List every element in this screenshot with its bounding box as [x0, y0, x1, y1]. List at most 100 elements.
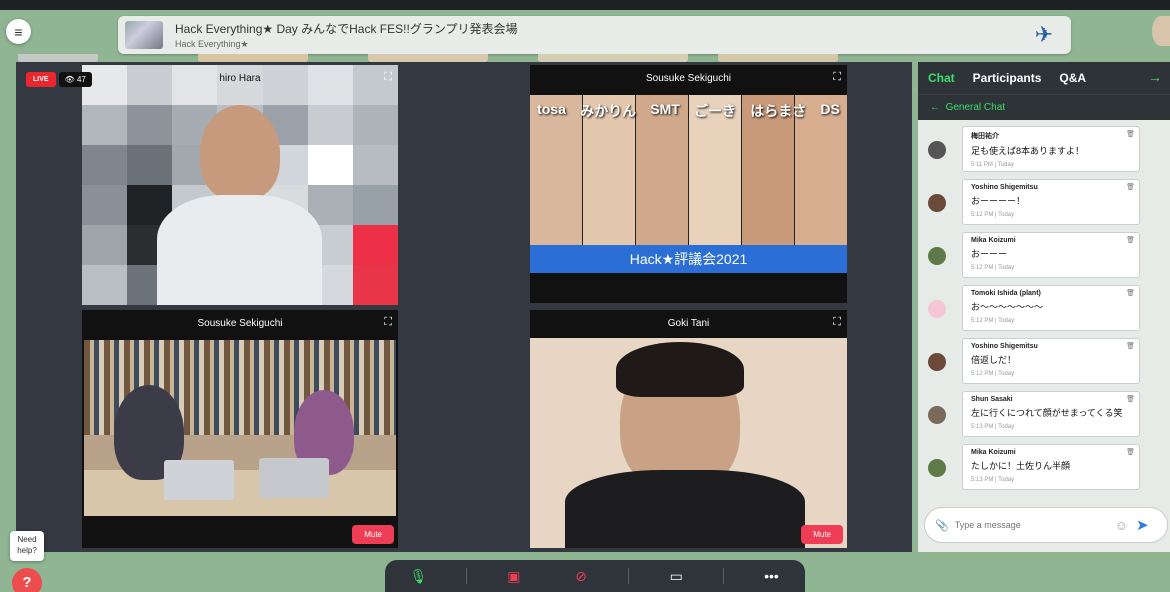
message-input[interactable] [954, 520, 1105, 530]
message-text: おーーー [971, 249, 1008, 259]
event-thumbnail [125, 21, 163, 49]
tile-name-1: hiro Hara [219, 73, 261, 84]
chat-panel: Chat Participants Q&A → ← General Chat 梅… [918, 62, 1170, 552]
video-stage: hiro Hara ⛶ LIVE 👁 47 Sousuke Sekiguchi … [16, 62, 912, 552]
avatar [928, 194, 946, 212]
message-bubble: 梅田祐介 足も使えば8本ありますよ！ 5:11 PM | Today 🗑 [962, 126, 1140, 172]
user-avatar[interactable] [1152, 16, 1170, 46]
message-text: おーーーー！ [971, 196, 1026, 206]
hamburger-icon: ≡ [14, 23, 23, 40]
event-banner[interactable]: Hack Everything★ Day みんなでHack FES!!グランプリ… [118, 16, 1071, 54]
speaker-figure [200, 105, 280, 200]
chat-tabs: Chat Participants Q&A → [918, 62, 1170, 94]
avatar [928, 406, 946, 424]
eye-icon: 👁 [64, 75, 77, 84]
trash-icon[interactable]: 🗑 [1126, 448, 1135, 456]
message-composer: 📎 ☺ ➤ [924, 507, 1168, 543]
airplane-logo-icon: ✈ [1034, 22, 1054, 47]
tab-participants[interactable]: Participants [973, 71, 1042, 85]
trash-icon[interactable]: 🗑 [1126, 342, 1135, 350]
poster-names: tosa みかりん SMT ごーき はらまさ DS [537, 101, 840, 119]
message-bubble: Tomoki Ishida (plant) お〜〜〜〜〜〜〜 5:12 PM |… [962, 285, 1140, 331]
expand-icon[interactable]: ⛶ [833, 71, 841, 84]
call-controls: 🎙 ▣ ⊘ ▭ ••• [385, 560, 805, 592]
help-tooltip: Need help? [10, 531, 44, 561]
more-options-icon[interactable]: ••• [751, 568, 791, 584]
laptop-left [164, 460, 234, 500]
emoji-icon[interactable]: ☺ [1115, 518, 1128, 533]
tab-qa[interactable]: Q&A [1059, 71, 1086, 85]
message-author: Yoshino Shigemitsu [971, 343, 1038, 350]
video-tile-1[interactable]: hiro Hara ⛶ [82, 65, 398, 305]
camera-off-icon[interactable]: ▣ [494, 568, 534, 585]
message-text: 足も使えば8本ありますよ！ [971, 146, 1085, 156]
trash-icon[interactable]: 🗑 [1126, 395, 1135, 403]
expand-icon[interactable]: ⛶ [384, 316, 392, 329]
message-author: Mika Koizumi [971, 449, 1016, 456]
expand-icon[interactable]: ⛶ [833, 316, 841, 329]
live-badge: LIVE [26, 72, 56, 87]
chat-message: Yoshino Shigemitsu おーーーー！ 5:12 PM | Toda… [928, 179, 1140, 225]
message-bubble: Shun Sasaki 左に行くにつれて顔がせまってくる笑 5:13 PM | … [962, 391, 1140, 437]
trash-icon[interactable]: 🗑 [1126, 130, 1135, 138]
tab-strip [18, 54, 898, 62]
message-bubble: Mika Koizumi たしかに！土佐りん半顔 5:13 PM | Today… [962, 444, 1140, 490]
poster-title: Hack★評議会2021 [530, 245, 847, 273]
speaker-shirt [157, 195, 322, 305]
tile-name-4: Goki Tani [530, 310, 847, 338]
help-button[interactable]: ? [12, 568, 42, 592]
trash-icon[interactable]: 🗑 [1126, 289, 1135, 297]
avatar [928, 247, 946, 265]
message-time: 5:12 PM | Today [971, 265, 1015, 271]
message-time: 5:13 PM | Today [971, 477, 1015, 483]
message-bubble: Yoshino Shigemitsu 倍返しだ！ 5:12 PM | Today… [962, 338, 1140, 384]
attach-icon[interactable]: 📎 [935, 519, 949, 532]
chat-message: Mika Koizumi たしかに！土佐りん半顔 5:13 PM | Today… [928, 444, 1140, 490]
video-tile-2[interactable]: Sousuke Sekiguchi ⛶ tosa みかりん SMT ごーき はら… [530, 65, 847, 303]
mic-off-icon[interactable]: ⊘ [561, 568, 601, 585]
video-tile-3[interactable]: Sousuke Sekiguchi ⛶ Mute [82, 310, 398, 548]
mute-button[interactable]: Mute [352, 525, 394, 544]
video-tile-4[interactable]: Goki Tani ⛶ Mute [530, 310, 847, 548]
message-author: Shun Sasaki [971, 396, 1013, 403]
message-author: 梅田祐介 [971, 133, 999, 140]
message-text: 倍返しだ！ [971, 355, 1017, 365]
mute-button[interactable]: Mute [801, 525, 843, 544]
message-author: Mika Koizumi [971, 237, 1016, 244]
back-arrow-icon[interactable]: ← [930, 102, 946, 113]
speaker-request-icon[interactable]: 🎙 [399, 568, 439, 585]
avatar [928, 300, 946, 318]
event-title: Hack Everything★ Day みんなでHack FES!!グランプリ… [175, 22, 518, 36]
avatar [928, 353, 946, 371]
chat-message: 梅田祐介 足も使えば8本ありますよ！ 5:11 PM | Today 🗑 [928, 126, 1140, 172]
chat-message: Yoshino Shigemitsu 倍返しだ！ 5:12 PM | Today… [928, 338, 1140, 384]
tab-chat[interactable]: Chat [928, 71, 955, 85]
chat-message: Tomoki Ishida (plant) お〜〜〜〜〜〜〜 5:12 PM |… [928, 285, 1140, 331]
live-indicator: LIVE 👁 47 [26, 72, 92, 87]
message-text: お〜〜〜〜〜〜〜 [971, 302, 1044, 312]
poster-image: tosa みかりん SMT ごーき はらまさ DS Hack★評議会2021 [530, 95, 847, 273]
question-icon: ? [22, 574, 32, 591]
message-time: 5:12 PM | Today [971, 212, 1015, 218]
event-subtitle: Hack Everything★ [175, 39, 249, 49]
message-time: 5:11 PM | Today [971, 162, 1014, 168]
screen-share-icon[interactable]: ▭ [656, 568, 696, 585]
channel-name: General Chat [945, 102, 1006, 113]
tile-name-3: Sousuke Sekiguchi [197, 318, 283, 329]
chat-message: Shun Sasaki 左に行くにつれて顔がせまってくる笑 5:13 PM | … [928, 391, 1140, 437]
message-time: 5:12 PM | Today [971, 371, 1015, 377]
trash-icon[interactable]: 🗑 [1126, 183, 1135, 191]
tile-name-2: Sousuke Sekiguchi [645, 73, 732, 84]
channel-header[interactable]: ← General Chat [918, 94, 1170, 120]
message-time: 5:12 PM | Today [971, 318, 1015, 324]
collapse-arrow-icon[interactable]: → [1148, 69, 1162, 85]
avatar [928, 141, 946, 159]
menu-button[interactable]: ≡ [6, 19, 31, 44]
speaker-shirt [565, 470, 805, 548]
send-icon[interactable]: ➤ [1136, 516, 1149, 534]
viewer-count: 👁 47 [58, 72, 92, 87]
trash-icon[interactable]: 🗑 [1126, 236, 1135, 244]
expand-icon[interactable]: ⛶ [384, 71, 392, 84]
speaker-hair [616, 342, 744, 397]
avatar [928, 459, 946, 477]
